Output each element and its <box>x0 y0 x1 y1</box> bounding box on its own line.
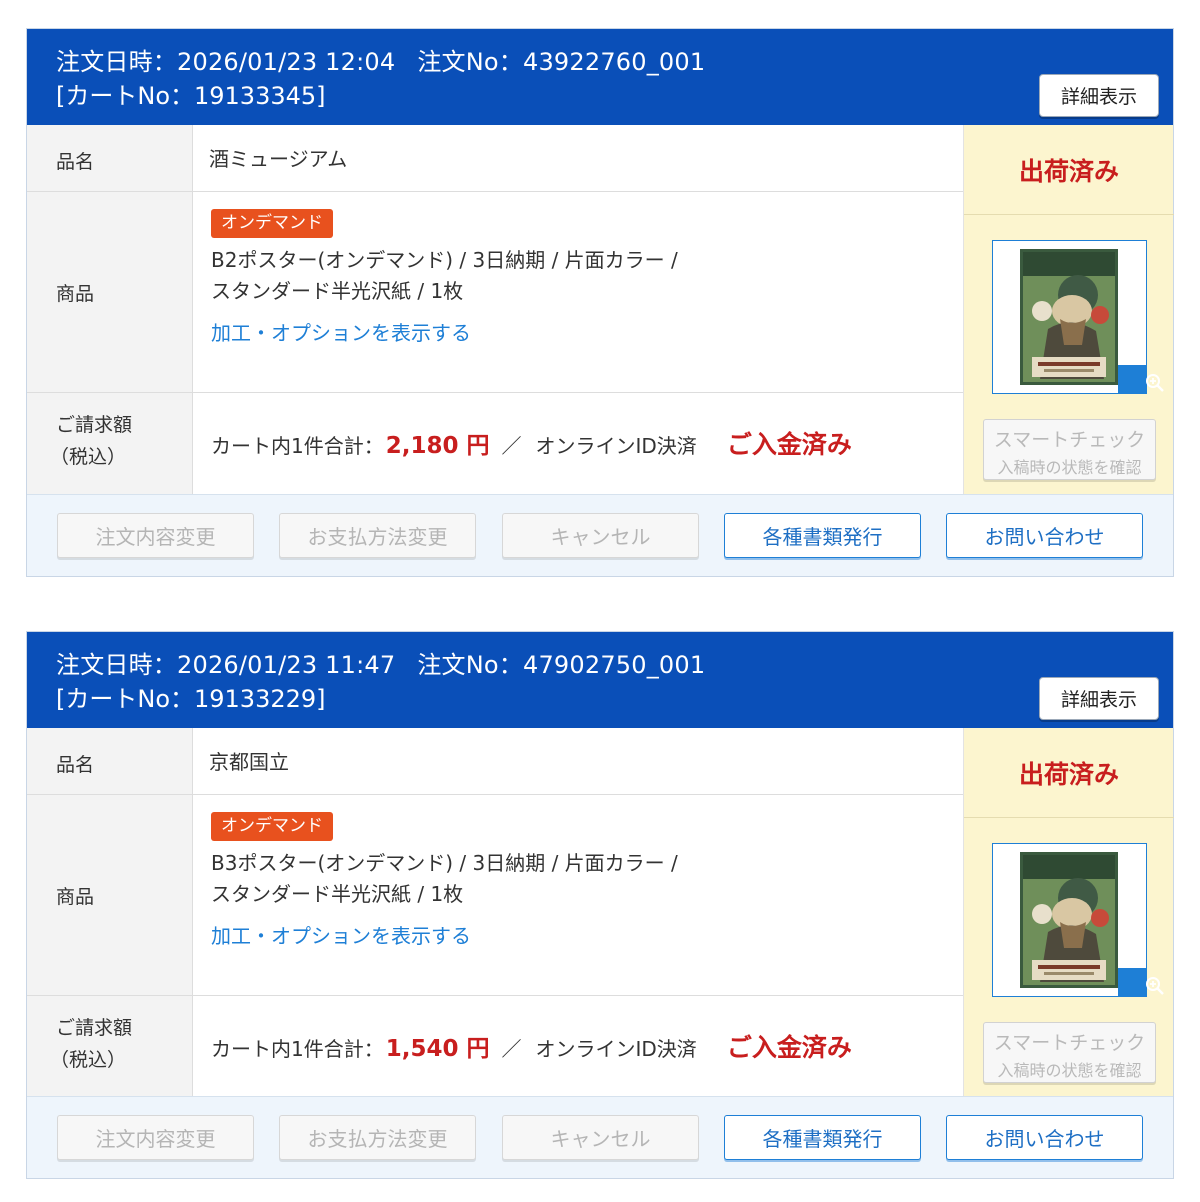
order-date: 2026/01/23 12:04 <box>177 48 396 76</box>
product-label: 商品 <box>56 283 95 305</box>
order-actions: 注文内容変更 お支払方法変更 キャンセル 各種書類発行 お問い合わせ <box>27 1096 1173 1178</box>
detail-button[interactable]: 詳細表示 <box>1039 74 1159 117</box>
order-no: 43922760_001 <box>522 48 706 76</box>
item-name-label: 品名 <box>56 754 95 776</box>
payment-status: ご入金済み <box>726 430 852 459</box>
billing-label: ご請求額 （税込） <box>50 1012 133 1076</box>
product-spec: B2ポスター(オンデマンド) / 3日納期 / 片面カラー / スタンダード半光沢… <box>211 245 931 307</box>
show-options-link[interactable]: 加工・オプションを表示する <box>211 920 471 949</box>
product-thumbnail[interactable] <box>992 843 1164 997</box>
product-thumbnail[interactable] <box>992 240 1164 394</box>
product-spec-line1: B3ポスター(オンデマンド) / 3日納期 / 片面カラー / <box>211 851 678 875</box>
inquiry-button[interactable]: お問い合わせ <box>946 513 1143 558</box>
order-body: 品名 商品 ご請求額 （税込） 酒ミュージアム オンデマンド B2ポスター(オンデ… <box>27 125 1174 495</box>
order-header: 注文日時：2026/01/23 12:04 注文No：43922760_001 [… <box>27 29 1173 125</box>
billing-label-line2: （税込） <box>50 446 127 468</box>
value-column: 京都国立 オンデマンド B3ポスター(オンデマンド) / 3日納期 / 片面カラ… <box>193 728 963 1098</box>
change-order-button[interactable]: 注文内容変更 <box>57 1115 254 1160</box>
cart-no: [カートNo：19133229] <box>56 685 326 713</box>
smart-check-title: スマートチェック <box>993 429 1146 451</box>
status-column: 出荷済み スマートチェック 入稿時の状態を確認 <box>963 728 1174 1098</box>
poster-image <box>1020 852 1118 988</box>
order-actions: 注文内容変更 お支払方法変更 キャンセル 各種書類発行 お問い合わせ <box>27 494 1173 576</box>
order-card: 注文日時：2026/01/23 11:47 注文No：47902750_001 [… <box>26 631 1174 1179</box>
on-demand-badge: オンデマンド <box>211 812 333 841</box>
show-options-link[interactable]: 加工・オプションを表示する <box>211 317 471 346</box>
shipping-status-cell: 出荷済み <box>964 728 1174 818</box>
cancel-button[interactable]: キャンセル <box>502 513 699 558</box>
billing-prefix: カート内1件合計： <box>211 434 384 458</box>
on-demand-badge: オンデマンド <box>211 209 333 238</box>
payment-method: オンラインID決済 <box>535 1037 697 1061</box>
order-no: 47902750_001 <box>522 651 706 679</box>
billing-separator: ／ <box>501 1037 522 1061</box>
inquiry-button[interactable]: お問い合わせ <box>946 1115 1143 1160</box>
zoom-in-icon[interactable] <box>1118 365 1164 393</box>
shipping-status: 出荷済み <box>1018 759 1119 789</box>
payment-status: ご入金済み <box>726 1033 852 1062</box>
billing-label-line2: （税込） <box>50 1049 127 1071</box>
billing-summary: カート内1件合計： 1,540 円 ／ オンラインID決済 ご入金済み <box>211 1028 852 1064</box>
cancel-button[interactable]: キャンセル <box>502 1115 699 1160</box>
billing-label-line1: ご請求額 <box>56 1017 133 1039</box>
smart-check-subtitle: 入稿時の状態を確認 <box>997 1061 1142 1080</box>
smart-check-subtitle: 入稿時の状態を確認 <box>997 458 1142 477</box>
zoom-in-icon[interactable] <box>1118 968 1164 996</box>
billing-separator: ／ <box>501 434 522 458</box>
order-no-label: 注文No： <box>417 651 523 679</box>
order-no-label: 注文No： <box>417 48 523 76</box>
status-column: 出荷済み スマートチェック 入稿時の状態を確認 <box>963 125 1174 495</box>
order-date-label: 注文日時： <box>56 48 177 76</box>
order-meta: 注文日時：2026/01/23 11:47 注文No：47902750_001 <box>56 645 705 680</box>
product-label: 商品 <box>56 886 95 908</box>
order-date-label: 注文日時： <box>56 651 177 679</box>
product-spec: B3ポスター(オンデマンド) / 3日納期 / 片面カラー / スタンダード半光沢… <box>211 848 931 910</box>
shipping-status-cell: 出荷済み <box>964 125 1174 215</box>
change-payment-button[interactable]: お支払方法変更 <box>279 1115 476 1160</box>
order-card: 注文日時：2026/01/23 12:04 注文No：43922760_001 [… <box>26 28 1174 577</box>
zoom-in-glyph <box>1146 977 1164 995</box>
item-name: 京都国立 <box>209 750 289 774</box>
product-spec-line2: スタンダード半光沢紙 / 1枚 <box>211 882 464 906</box>
item-name: 酒ミュージアム <box>209 147 348 171</box>
billing-amount: 1,540 円 <box>385 1036 490 1062</box>
item-name-label: 品名 <box>56 151 95 173</box>
issue-documents-button[interactable]: 各種書類発行 <box>724 513 921 558</box>
smart-check-button[interactable]: スマートチェック 入稿時の状態を確認 <box>983 419 1156 480</box>
billing-summary: カート内1件合計： 2,180 円 ／ オンラインID決済 ご入金済み <box>211 425 852 461</box>
smart-check-title: スマートチェック <box>993 1032 1146 1054</box>
poster-image <box>1020 249 1118 385</box>
product-spec-line2: スタンダード半光沢紙 / 1枚 <box>211 279 464 303</box>
order-date: 2026/01/23 11:47 <box>177 651 396 679</box>
billing-label-line1: ご請求額 <box>56 414 133 436</box>
smart-check-button[interactable]: スマートチェック 入稿時の状態を確認 <box>983 1022 1156 1083</box>
order-header: 注文日時：2026/01/23 11:47 注文No：47902750_001 [… <box>27 632 1173 728</box>
label-column: 品名 商品 ご請求額 （税込） <box>27 728 193 1098</box>
zoom-in-glyph <box>1146 374 1164 392</box>
billing-amount: 2,180 円 <box>385 433 490 459</box>
detail-button[interactable]: 詳細表示 <box>1039 677 1159 720</box>
product-spec-line1: B2ポスター(オンデマンド) / 3日納期 / 片面カラー / <box>211 248 678 272</box>
order-body: 品名 商品 ご請求額 （税込） 京都国立 オンデマンド B3ポスター(オンデマンド… <box>27 728 1174 1098</box>
label-column: 品名 商品 ご請求額 （税込） <box>27 125 193 495</box>
value-column: 酒ミュージアム オンデマンド B2ポスター(オンデマンド) / 3日納期 / 片… <box>193 125 963 495</box>
change-payment-button[interactable]: お支払方法変更 <box>279 513 476 558</box>
issue-documents-button[interactable]: 各種書類発行 <box>724 1115 921 1160</box>
billing-label: ご請求額 （税込） <box>50 409 133 473</box>
payment-method: オンラインID決済 <box>535 434 697 458</box>
shipping-status: 出荷済み <box>1018 156 1119 186</box>
cart-no: [カートNo：19133345] <box>56 82 326 110</box>
billing-prefix: カート内1件合計： <box>211 1037 384 1061</box>
change-order-button[interactable]: 注文内容変更 <box>57 513 254 558</box>
order-meta: 注文日時：2026/01/23 12:04 注文No：43922760_001 <box>56 42 705 77</box>
